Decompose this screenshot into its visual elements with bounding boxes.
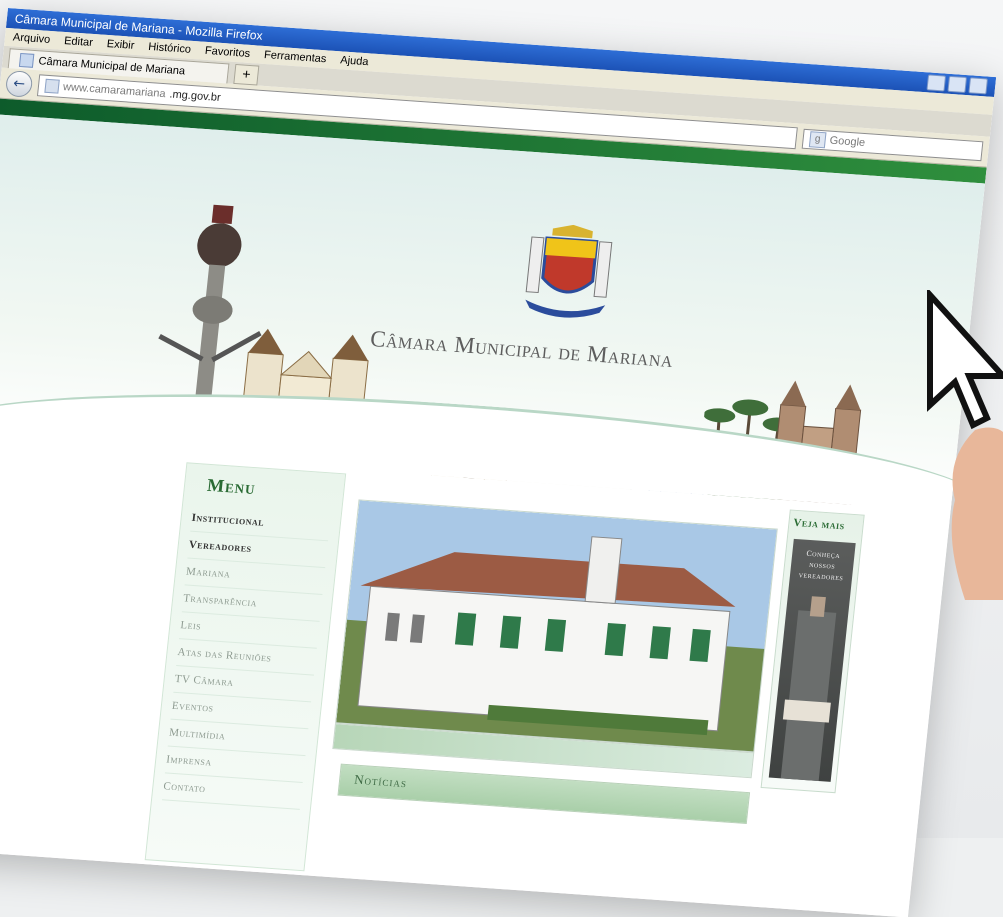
close-button[interactable] xyxy=(968,77,988,95)
main-menu-panel: Menu Institucional Vereadores Mariana Tr… xyxy=(144,462,347,872)
maximize-button[interactable] xyxy=(947,75,968,93)
browser-window: Câmara Municipal de Mariana - Mozilla Fi… xyxy=(0,8,997,917)
meet-councilors-text: Conheça nossos vereadores xyxy=(790,539,856,584)
minimize-button[interactable] xyxy=(926,74,947,92)
back-arrow-icon[interactable]: ← xyxy=(4,70,34,98)
councilor-photo xyxy=(780,596,837,782)
menu-editar[interactable]: Editar xyxy=(64,35,94,49)
see-more-panel: Veja mais Conheça nossos vereadores xyxy=(760,509,865,794)
site-favicon xyxy=(44,78,60,94)
search-engine-icon: g xyxy=(808,131,827,149)
photo-backdrop: Câmara Municipal de Mariana - Mozilla Fi… xyxy=(0,0,1003,917)
hero-banner: Câmara Municipal de Mariana xyxy=(0,114,986,512)
menu-favoritos[interactable]: Favoritos xyxy=(204,45,250,60)
site-title: Câmara Municipal de Mariana xyxy=(369,325,675,373)
search-placeholder: Google xyxy=(829,134,866,150)
cursor-pointer-icon xyxy=(927,290,1003,430)
menu-historico[interactable]: Histórico xyxy=(148,41,192,56)
site-favicon xyxy=(18,52,35,68)
menu-arquivo[interactable]: Arquivo xyxy=(12,31,50,46)
new-tab-button[interactable]: + xyxy=(233,63,260,86)
url-text-domain: .mg.gov.br xyxy=(168,88,222,104)
city-coat-of-arms-icon xyxy=(525,224,613,318)
website-page: Câmara Municipal de Mariana Menu Institu… xyxy=(0,98,987,917)
meet-councilors-banner[interactable]: Conheça nossos vereadores xyxy=(768,538,856,782)
menu-heading: Menu xyxy=(206,474,257,499)
url-text-dim: www.camaramariana xyxy=(62,81,167,101)
see-more-heading: Veja mais xyxy=(792,516,846,533)
menu-exibir[interactable]: Exibir xyxy=(106,38,135,52)
chamber-building-photo xyxy=(335,500,778,753)
featured-photo[interactable] xyxy=(335,499,778,753)
menu-ajuda[interactable]: Ajuda xyxy=(340,54,369,68)
menu-ferramentas[interactable]: Ferramentas xyxy=(263,49,326,65)
hand-image xyxy=(951,427,1003,600)
